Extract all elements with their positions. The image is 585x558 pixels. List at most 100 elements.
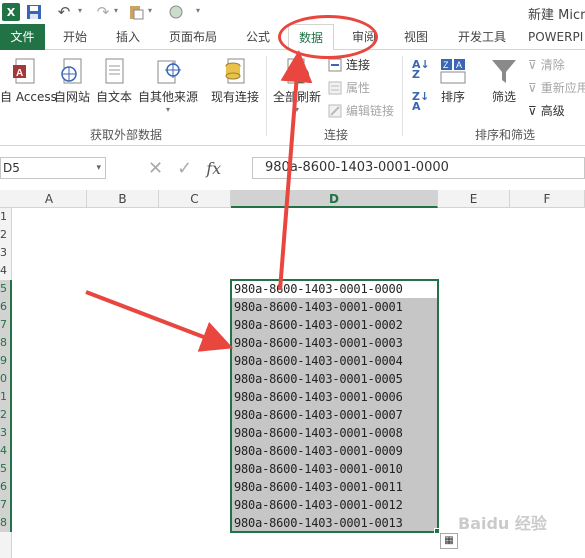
row-header[interactable]: 6 xyxy=(0,298,12,316)
quick-analysis-icon[interactable]: ▦ xyxy=(440,533,458,549)
tab-page-layout[interactable]: 页面布局 xyxy=(162,24,224,50)
connections-icon xyxy=(328,58,342,71)
save-icon[interactable] xyxy=(26,3,42,21)
row-header[interactable]: 6 xyxy=(0,478,12,496)
row-header[interactable]: 8 xyxy=(0,514,12,532)
edit-links-button[interactable]: 编辑链接 xyxy=(328,102,394,119)
row-header[interactable]: 2 xyxy=(0,406,12,424)
row-header[interactable]: 5 xyxy=(0,460,12,478)
name-box-value: D5 xyxy=(3,161,20,175)
refresh-all-button[interactable]: 全部刷新 ▾ xyxy=(270,56,324,114)
undo-dropdown-icon[interactable]: ▾ xyxy=(78,6,82,15)
row-header[interactable]: 2 xyxy=(0,226,12,244)
tab-formulas[interactable]: 公式 xyxy=(238,24,278,50)
tab-home[interactable]: 开始 xyxy=(55,24,95,50)
existing-connections-button[interactable]: 现有连接 xyxy=(208,56,262,105)
web-icon xyxy=(61,58,82,84)
filter-icon xyxy=(492,60,516,83)
sort-label: 排序 xyxy=(440,90,465,104)
table-cell[interactable]: 980a-8600-1403-0001-0012 xyxy=(231,496,438,514)
text-file-icon xyxy=(105,58,124,84)
sort-az-button[interactable]: A↓ Z xyxy=(412,59,430,80)
table-cell[interactable]: 980a-8600-1403-0001-0003 xyxy=(231,334,438,352)
row-header[interactable]: 3 xyxy=(0,424,12,442)
sort-icon: ZA xyxy=(440,59,466,84)
cancel-icon[interactable]: ✕ xyxy=(148,158,163,179)
column-header-e[interactable]: E xyxy=(438,190,510,208)
paste-icon[interactable] xyxy=(128,3,144,21)
from-access-label: 自 Access xyxy=(0,90,57,104)
row-header[interactable]: 7 xyxy=(0,496,12,514)
filter-button[interactable]: 筛选 xyxy=(486,56,522,105)
table-cell[interactable]: 980a-8600-1403-0001-0002 xyxy=(231,316,438,334)
window-title: 新建 Micro xyxy=(528,8,585,23)
from-web-button[interactable]: 自网站 xyxy=(52,56,92,105)
properties-label: 属性 xyxy=(346,81,371,95)
tab-file[interactable]: 文件 xyxy=(0,24,45,50)
properties-button[interactable]: 属性 xyxy=(328,79,370,96)
insert-function-icon[interactable]: fx xyxy=(206,159,221,178)
svg-text:A: A xyxy=(16,68,23,79)
from-text-button[interactable]: 自文本 xyxy=(94,56,134,105)
column-header-f[interactable]: F xyxy=(510,190,585,208)
row-header[interactable]: 9 xyxy=(0,352,12,370)
paste-dropdown-icon[interactable]: ▾ xyxy=(148,6,152,15)
table-cell[interactable]: 980a-8600-1403-0001-0005 xyxy=(231,370,438,388)
table-cell[interactable]: 980a-8600-1403-0001-0011 xyxy=(231,478,438,496)
row-header[interactable]: 3 xyxy=(0,244,12,262)
table-cell[interactable]: 980a-8600-1403-0001-0004 xyxy=(231,352,438,370)
table-cell[interactable]: 980a-8600-1403-0001-0000 xyxy=(231,280,438,298)
tab-insert[interactable]: 插入 xyxy=(108,24,148,50)
reapply-button[interactable]: ⊽ 重新应用 xyxy=(528,79,585,96)
tab-powerpivot[interactable]: POWERPI xyxy=(528,24,585,50)
row-header[interactable]: 4 xyxy=(0,442,12,460)
customize-dropdown-icon[interactable]: ▾ xyxy=(196,6,200,15)
undo-icon[interactable]: ↶ xyxy=(56,3,72,21)
row-headers: 1 2 3 4 5 6 7 8 9 0 1 2 3 4 5 6 7 8 xyxy=(0,208,12,558)
sort-button[interactable]: ZA 排序 xyxy=(436,56,470,105)
column-header-c[interactable]: C xyxy=(159,190,231,208)
ribbon-separator xyxy=(402,56,403,136)
other-sources-icon xyxy=(157,60,181,84)
tab-view[interactable]: 视图 xyxy=(396,24,436,50)
row-header[interactable]: 1 xyxy=(0,208,12,226)
properties-icon xyxy=(328,81,342,94)
redo-icon[interactable]: ↷ xyxy=(95,3,111,21)
edit-links-label: 编辑链接 xyxy=(346,104,395,118)
clear-filter-icon: ⊽ xyxy=(528,57,537,72)
ribbon-data: A 自 Access 自网站 自文本 自其他来源 ▾ 现有连接 获取外部数据 全… xyxy=(0,50,585,146)
clear-filter-button[interactable]: ⊽ 清除 xyxy=(528,56,565,73)
circle-icon[interactable] xyxy=(168,3,184,21)
table-cell[interactable]: 980a-8600-1403-0001-0008 xyxy=(231,424,438,442)
table-cell[interactable]: 980a-8600-1403-0001-0013 xyxy=(231,514,438,532)
row-header[interactable]: 8 xyxy=(0,334,12,352)
advanced-filter-button[interactable]: ⊽ 高级 xyxy=(528,102,565,119)
filter-label: 筛选 xyxy=(491,90,516,104)
from-other-sources-button[interactable]: 自其他来源 ▾ xyxy=(136,56,200,114)
row-header[interactable]: 1 xyxy=(0,388,12,406)
row-header[interactable]: 7 xyxy=(0,316,12,334)
column-header-a[interactable]: A xyxy=(12,190,87,208)
group-label-connections: 连接 xyxy=(324,128,349,142)
table-cell[interactable]: 980a-8600-1403-0001-0010 xyxy=(231,460,438,478)
row-header[interactable]: 5 xyxy=(0,280,12,298)
table-cell[interactable]: 980a-8600-1403-0001-0006 xyxy=(231,388,438,406)
sort-za-button[interactable]: Z↓ A xyxy=(412,91,429,112)
row-header[interactable]: 4 xyxy=(0,262,12,280)
table-cell[interactable]: 980a-8600-1403-0001-0007 xyxy=(231,406,438,424)
excel-logo-icon: X xyxy=(2,3,20,21)
existing-connections-label: 现有连接 xyxy=(210,90,259,104)
table-cell[interactable]: 980a-8600-1403-0001-0001 xyxy=(231,298,438,316)
name-box-dropdown-icon[interactable]: ▾ xyxy=(96,158,101,178)
name-box[interactable]: D5 ▾ xyxy=(0,157,106,179)
formula-input[interactable]: 980a-8600-1403-0001-0000 xyxy=(252,157,585,179)
from-access-button[interactable]: A 自 Access xyxy=(0,56,57,105)
column-header-b[interactable]: B xyxy=(87,190,159,208)
row-header[interactable]: 0 xyxy=(0,370,12,388)
confirm-icon[interactable]: ✓ xyxy=(177,158,192,179)
table-cell[interactable]: 980a-8600-1403-0001-0009 xyxy=(231,442,438,460)
column-header-d[interactable]: D xyxy=(231,190,438,208)
redo-dropdown-icon[interactable]: ▾ xyxy=(114,6,118,15)
other-sources-dropdown-icon: ▾ xyxy=(165,105,170,114)
tab-developer[interactable]: 开发工具 xyxy=(450,24,514,50)
